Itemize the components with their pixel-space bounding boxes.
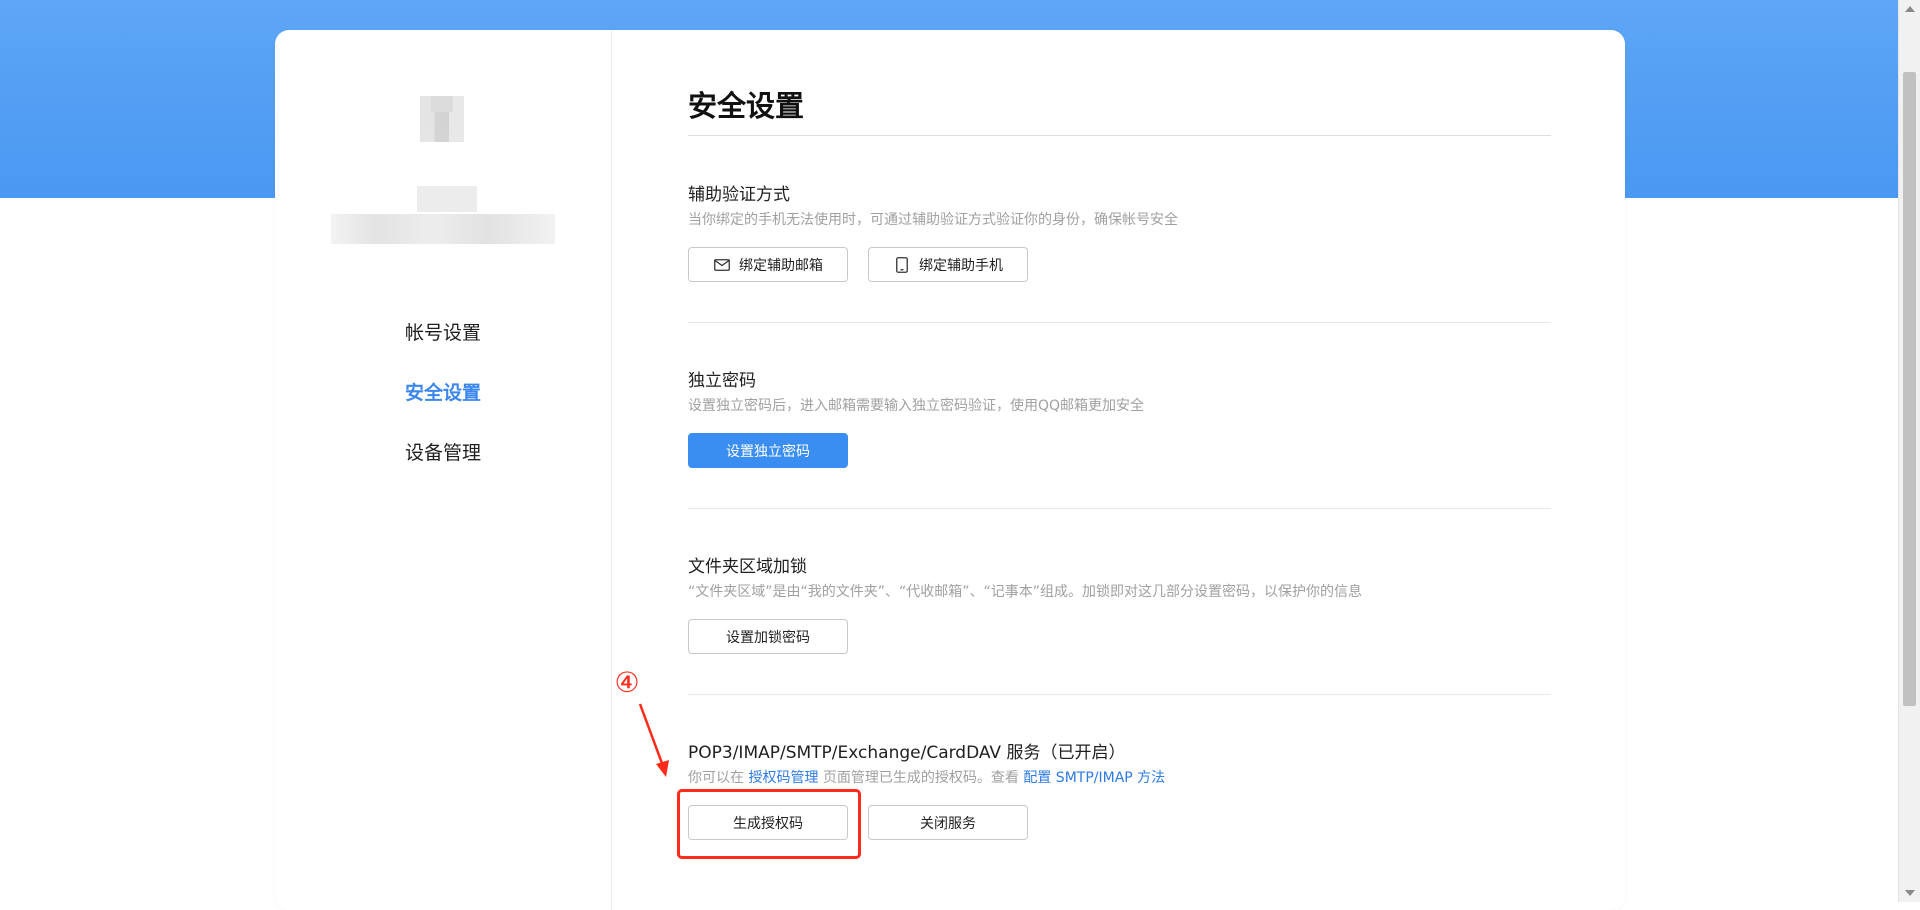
scroll-down-icon[interactable] [1905, 890, 1915, 896]
section-divider [688, 508, 1551, 509]
desc-text: 页面管理已生成的授权码。查看 [818, 770, 1024, 786]
section-desc: 设置独立密码后，进入邮箱需要输入独立密码验证，使用QQ邮箱更加安全 [688, 398, 1145, 414]
page-title: 安全设置 [688, 89, 805, 123]
email-blurred [331, 214, 555, 244]
bind-aux-email-button[interactable]: 绑定辅助邮箱 [688, 247, 848, 282]
settings-card: 帐号设置 安全设置 设备管理 安全设置 辅助验证方式 当你绑定的手机无法使用时，… [275, 30, 1625, 910]
sidebar-nav: 帐号设置 安全设置 设备管理 [275, 320, 611, 500]
section-desc: “文件夹区域”是由“我的文件夹”、“代收邮箱”、“记事本”组成。加锁即对这几部分… [688, 584, 1363, 600]
scroll-up-icon[interactable] [1905, 6, 1915, 12]
button-label: 绑定辅助手机 [919, 257, 1003, 274]
avatar[interactable] [420, 96, 464, 142]
scrollbar-thumb[interactable] [1903, 72, 1916, 706]
title-divider [688, 135, 1551, 136]
section-title: 文件夹区域加锁 [688, 557, 807, 577]
close-service-button[interactable]: 关闭服务 [868, 805, 1028, 840]
desc-text: 你可以在 [688, 770, 749, 786]
set-independent-password-button[interactable]: 设置独立密码 [688, 433, 848, 468]
section-desc: 你可以在 授权码管理 页面管理已生成的授权码。查看 配置 SMTP/IMAP 方… [688, 767, 1165, 787]
phone-icon [893, 256, 911, 274]
section-title: POP3/IMAP/SMTP/Exchange/CardDAV 服务（已开启） [688, 743, 1126, 763]
sidebar-item-account[interactable]: 帐号设置 [275, 320, 611, 380]
username-blurred [417, 186, 477, 212]
user-info-blurred [331, 186, 555, 248]
set-lock-password-button[interactable]: 设置加锁密码 [688, 619, 848, 654]
bind-aux-phone-button[interactable]: 绑定辅助手机 [868, 247, 1028, 282]
section-divider [688, 694, 1551, 695]
smtp-imap-config-link[interactable]: 配置 SMTP/IMAP 方法 [1023, 770, 1165, 786]
step-marker: ④ [614, 666, 640, 699]
section-title: 辅助验证方式 [688, 185, 790, 205]
section-desc: 当你绑定的手机无法使用时，可通过辅助验证方式验证你的身份，确保帐号安全 [688, 212, 1178, 228]
section-title: 独立密码 [688, 371, 756, 391]
sidebar-item-security[interactable]: 安全设置 [275, 380, 611, 440]
button-label: 绑定辅助邮箱 [739, 257, 823, 274]
sidebar-item-devices[interactable]: 设备管理 [275, 440, 611, 500]
sidebar: 帐号设置 安全设置 设备管理 [275, 30, 612, 910]
auth-code-management-link[interactable]: 授权码管理 [748, 770, 818, 786]
mail-icon [713, 256, 731, 274]
annotation-highlight-box [677, 789, 861, 859]
section-divider [688, 322, 1551, 323]
annotation-arrow-icon [638, 703, 669, 777]
scrollbar[interactable] [1898, 0, 1920, 902]
